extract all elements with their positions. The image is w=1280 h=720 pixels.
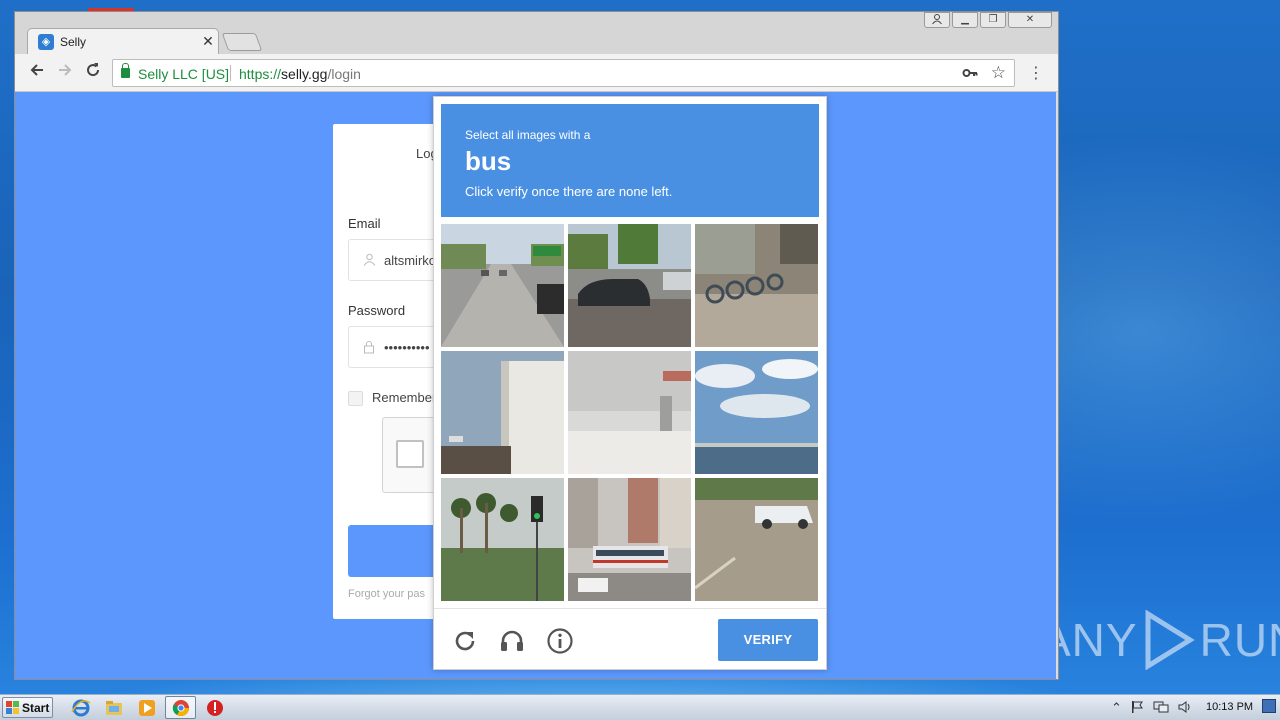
challenge-footer: VERIFY <box>434 608 826 670</box>
chrome-icon <box>172 700 189 717</box>
network-icon[interactable] <box>1153 700 1169 717</box>
browser-window: ◈ Selly ✕ ▁ ❐ ✕ Selly LLC [US] https://s… <box>14 11 1059 680</box>
image-tile-house-roof[interactable] <box>441 351 564 474</box>
window-controls: ▁ ❐ ✕ <box>922 12 1052 28</box>
star-icon[interactable]: ☆ <box>991 63 1006 83</box>
lock-icon <box>121 63 130 78</box>
start-label: Start <box>22 701 50 715</box>
close-window-icon[interactable]: ✕ <box>1008 12 1052 28</box>
image-tile-city-bus-street[interactable] <box>568 478 691 601</box>
address-bar[interactable]: Selly LLC [US] https://selly.gg/login ☆ <box>112 59 1015 87</box>
reload-icon[interactable] <box>81 61 105 85</box>
internet-explorer-icon[interactable] <box>71 698 91 718</box>
waterfront-image <box>695 351 818 474</box>
verify-button[interactable]: VERIFY <box>718 619 818 661</box>
highway-image <box>441 224 564 347</box>
menu-icon[interactable]: ⋮ <box>1028 63 1044 83</box>
bus-street-image <box>568 478 691 601</box>
reload-challenge-icon[interactable] <box>451 627 479 655</box>
house-roof-image <box>441 351 564 474</box>
parking-lot-image <box>695 478 818 601</box>
url-path: /login <box>327 66 361 82</box>
recaptcha-checkbox[interactable] <box>396 440 424 468</box>
image-tile-parking-lot-suv[interactable] <box>695 478 818 601</box>
challenge-target: bus <box>465 146 512 176</box>
remember-label: Remember <box>372 390 437 405</box>
minimize-icon[interactable]: ▁ <box>952 12 978 28</box>
browser-titlebar: ◈ Selly ✕ ▁ ❐ ✕ <box>15 12 1058 55</box>
url-text[interactable]: https://selly.gg/login <box>239 66 361 82</box>
show-hidden-icons-icon[interactable]: ⌃ <box>1111 700 1122 716</box>
recaptcha-challenge: Select all images with a bus Click verif… <box>433 96 827 670</box>
bike-rack-image <box>695 224 818 347</box>
chrome-taskbar-button[interactable] <box>165 696 196 719</box>
forward-icon[interactable] <box>53 61 77 85</box>
back-icon[interactable] <box>25 61 49 85</box>
url-host: selly.gg <box>281 66 328 82</box>
challenge-header: Select all images with a bus Click verif… <box>441 104 819 217</box>
challenge-instruction: Select all images with a <box>465 128 591 142</box>
antivirus-icon[interactable] <box>205 698 225 718</box>
show-desktop-button[interactable] <box>1262 699 1276 713</box>
user-icon <box>363 253 376 269</box>
browser-toolbar: Selly LLC [US] https://selly.gg/login ☆ … <box>15 54 1058 92</box>
new-tab-button[interactable] <box>221 33 263 51</box>
start-button[interactable]: Start <box>2 697 53 718</box>
lock-field-icon <box>363 340 375 357</box>
file-explorer-icon[interactable] <box>104 698 124 718</box>
anyrun-watermark: ANY RUN <box>1040 608 1280 672</box>
audio-challenge-icon[interactable] <box>498 627 526 655</box>
image-tile-parked-car-street[interactable] <box>568 224 691 347</box>
storefront-image <box>568 351 691 474</box>
tab-title: Selly <box>60 35 87 49</box>
volume-icon[interactable] <box>1177 700 1193 717</box>
image-tile-bike-rack[interactable] <box>695 224 818 347</box>
restore-icon[interactable]: ❐ <box>980 12 1006 28</box>
system-clock[interactable]: 10:13 PM <box>1206 701 1253 713</box>
parked-car-image <box>568 224 691 347</box>
url-scheme: https:// <box>239 66 282 82</box>
palm-trees-image <box>441 478 564 601</box>
remember-checkbox[interactable] <box>348 391 363 406</box>
password-value: •••••••••• <box>384 340 430 355</box>
page-viewport: Log Email altsmirko Password •••••••••• … <box>15 92 1056 679</box>
taskbar: Start ⌃ 10:13 PM <box>0 694 1280 720</box>
forgot-password-link[interactable]: Forgot your pas <box>348 588 425 600</box>
image-grid <box>441 224 819 602</box>
image-tile-highway-traffic[interactable] <box>441 224 564 347</box>
tab-close-icon[interactable]: ✕ <box>200 33 216 49</box>
email-value: altsmirko <box>384 253 437 268</box>
info-icon[interactable] <box>546 627 574 655</box>
profile-icon[interactable] <box>924 12 950 28</box>
selly-favicon-icon: ◈ <box>38 34 54 50</box>
image-tile-sky-waterfront[interactable] <box>695 351 818 474</box>
media-player-icon[interactable] <box>137 698 157 718</box>
image-tile-palm-trees-traffic-light[interactable] <box>441 478 564 601</box>
play-logo-icon <box>1145 610 1195 670</box>
site-identity[interactable]: Selly LLC [US] <box>138 66 229 82</box>
email-label: Email <box>348 216 381 231</box>
action-center-flag-icon[interactable] <box>1130 700 1144 717</box>
tab-selly[interactable]: ◈ Selly ✕ <box>27 28 219 55</box>
challenge-hint: Click verify once there are none left. <box>465 184 673 199</box>
image-tile-blurred-storefront[interactable] <box>568 351 691 474</box>
password-label: Password <box>348 303 406 318</box>
windows-logo-icon <box>6 701 19 714</box>
watermark-text-right: RUN <box>1199 614 1280 666</box>
key-icon[interactable] <box>962 65 978 84</box>
omnibox-separator <box>230 65 231 81</box>
